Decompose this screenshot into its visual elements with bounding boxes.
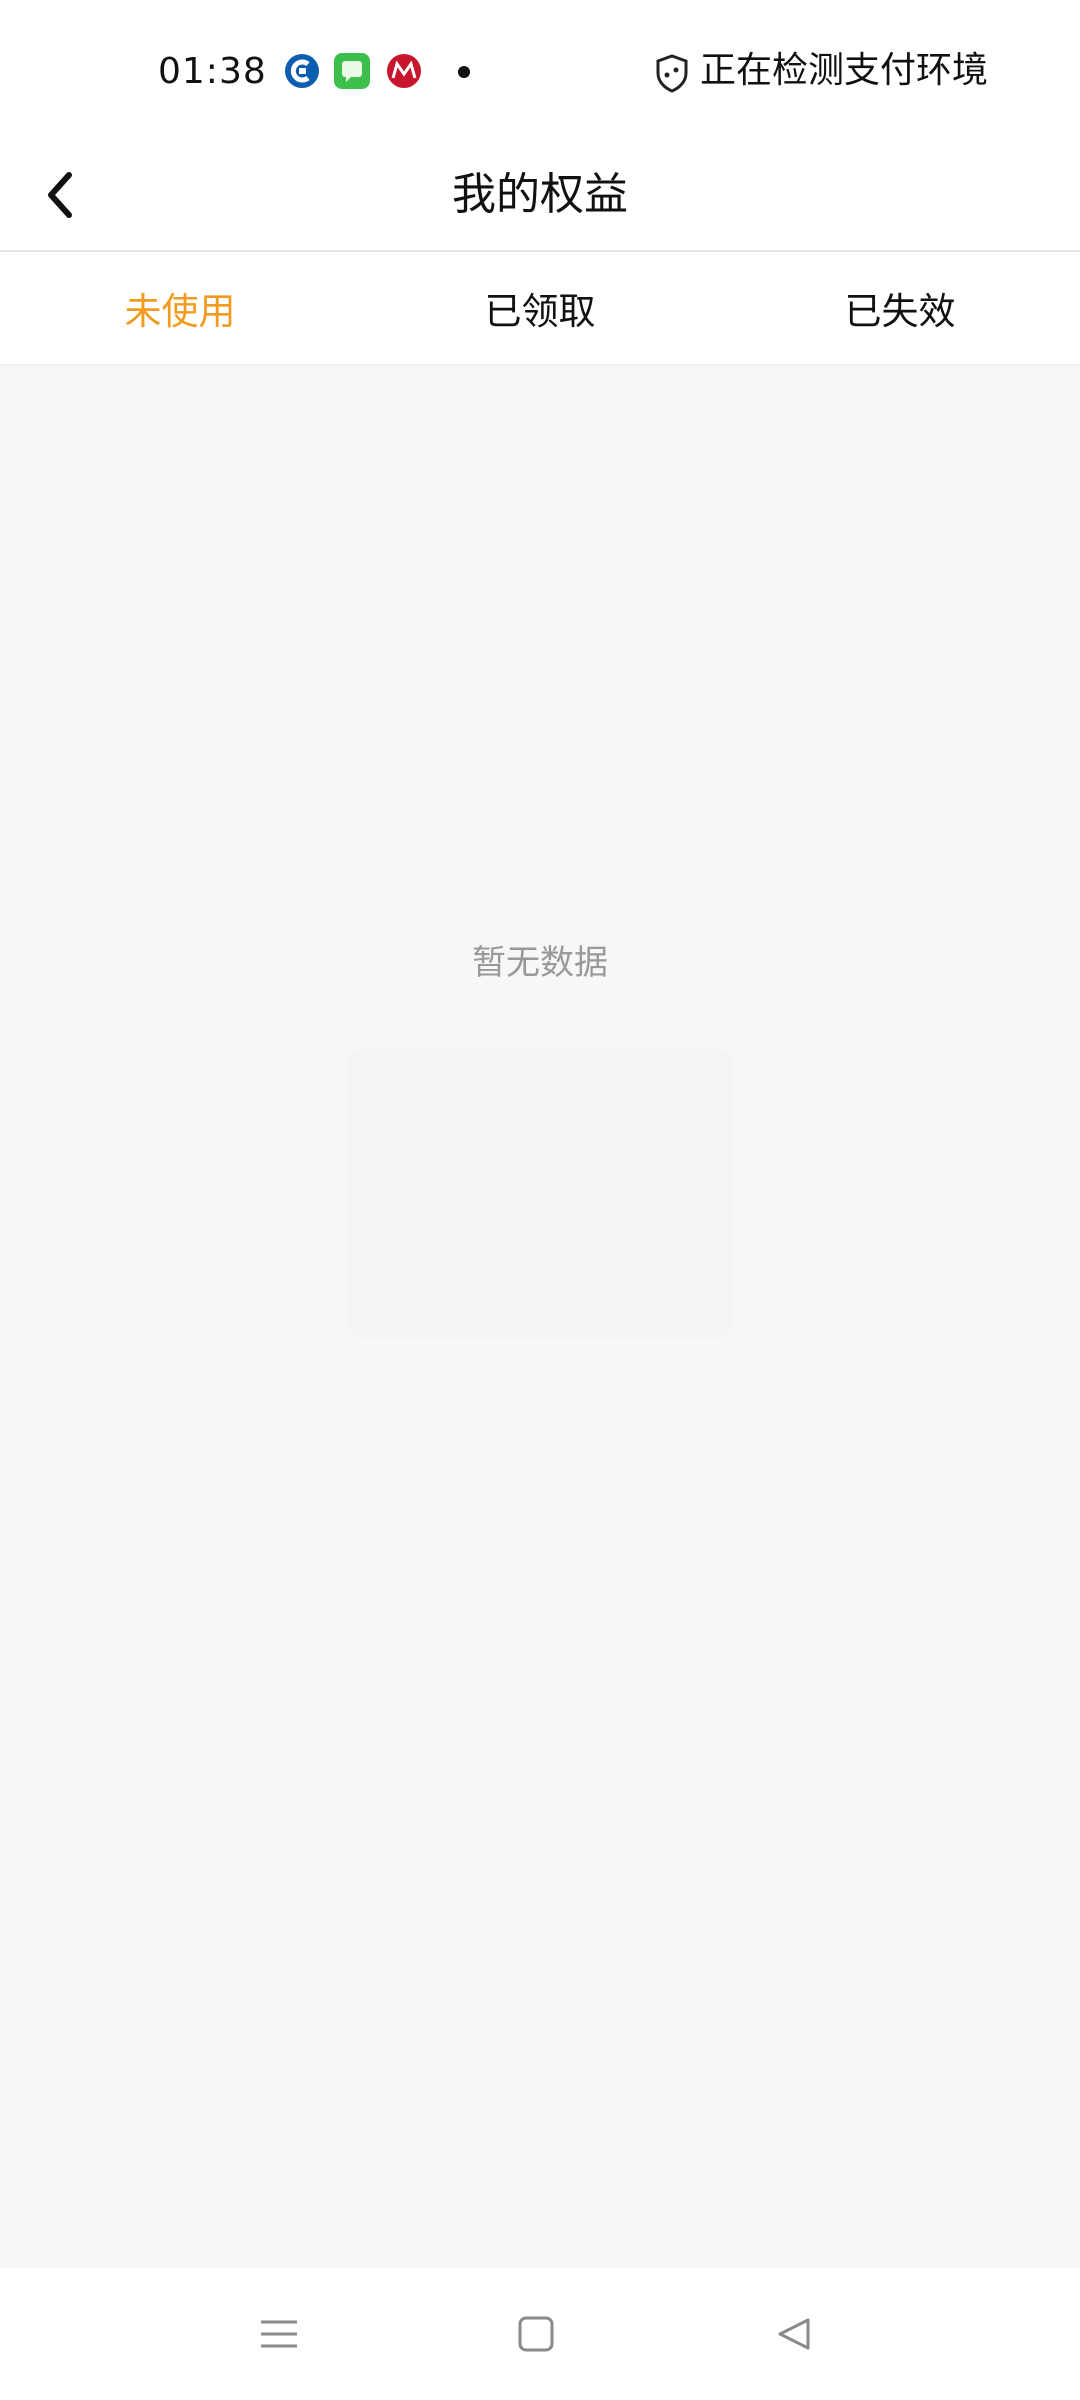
home-square-icon <box>518 2316 554 2352</box>
back-nav-button[interactable] <box>764 2304 824 2364</box>
tab-unused[interactable]: 未使用 <box>0 252 360 364</box>
empty-state-illustration <box>348 1048 732 1338</box>
back-triangle-icon <box>778 2318 810 2350</box>
messages-app-icon <box>334 53 370 89</box>
status-time: 01:38 <box>158 51 267 92</box>
system-navigation-bar <box>0 2268 1080 2400</box>
empty-state-message: 暂无数据 <box>472 943 608 983</box>
tab-bar: 未使用 已领取 已失效 <box>0 252 1080 364</box>
shield-icon <box>654 53 690 93</box>
cmb-app-icon <box>386 53 422 89</box>
notification-dot-icon <box>458 66 470 78</box>
menu-icon <box>261 2320 297 2348</box>
home-button[interactable] <box>506 2304 566 2364</box>
status-bar: 01:38 正在检测支付环境 <box>0 0 1080 140</box>
payment-check-status: 正在检测支付环境 <box>700 50 989 91</box>
tab-expired[interactable]: 已失效 <box>720 252 1080 364</box>
tab-received[interactable]: 已领取 <box>360 252 720 364</box>
ccb-app-icon <box>284 53 320 89</box>
recent-apps-button[interactable] <box>249 2304 309 2364</box>
page-header: 我的权益 <box>0 140 1080 252</box>
page-title: 我的权益 <box>452 169 628 220</box>
